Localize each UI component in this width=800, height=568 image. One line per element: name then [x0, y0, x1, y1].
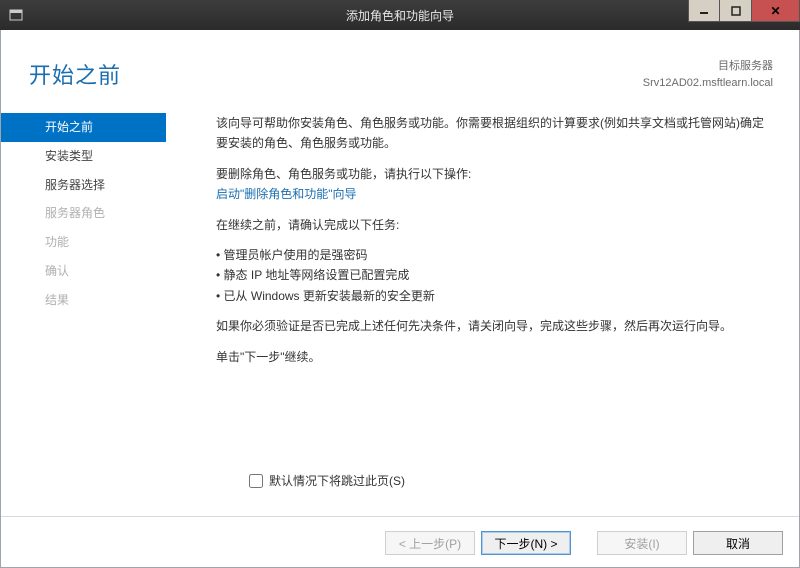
list-item: 管理员帐户使用的是强密码: [216, 245, 769, 265]
skip-checkbox-label: 默认情况下将跳过此页(S): [269, 472, 405, 489]
list-item: 已从 Windows 更新安装最新的安全更新: [216, 286, 769, 306]
footer-buttons: < 上一步(P) 下一步(N) > 安装(I) 取消: [385, 531, 783, 555]
window-controls: ✕: [688, 0, 800, 22]
server-name: Srv12AD02.msftlearn.local: [643, 75, 773, 92]
sidebar-item-results: 结果: [1, 286, 166, 315]
window-title: 添加角色和功能向导: [346, 7, 454, 24]
maximize-button[interactable]: [720, 0, 752, 22]
body-area: 开始之前 安装类型 服务器选择 服务器角色 功能 确认 结果 该向导可帮助你安装…: [1, 101, 799, 491]
sidebar: 开始之前 安装类型 服务器选择 服务器角色 功能 确认 结果: [1, 101, 166, 491]
page-title: 开始之前: [29, 58, 121, 90]
close-button[interactable]: ✕: [752, 0, 800, 22]
next-button[interactable]: 下一步(N) >: [481, 531, 571, 555]
skip-checkbox[interactable]: [249, 474, 263, 488]
remove-heading: 要删除角色、角色服务或功能，请执行以下操作:: [216, 164, 769, 184]
sidebar-item-before-you-begin[interactable]: 开始之前: [1, 113, 166, 142]
before-continue-text: 在继续之前，请确认完成以下任务:: [216, 215, 769, 235]
remove-wizard-link[interactable]: 启动"删除角色和功能"向导: [216, 187, 357, 201]
cancel-button[interactable]: 取消: [693, 531, 783, 555]
header-area: 开始之前 目标服务器 Srv12AD02.msftlearn.local: [1, 30, 799, 101]
sidebar-item-server-roles: 服务器角色: [1, 199, 166, 228]
server-label: 目标服务器: [643, 58, 773, 75]
install-button: 安装(I): [597, 531, 687, 555]
minimize-button[interactable]: [688, 0, 720, 22]
previous-button: < 上一步(P): [385, 531, 475, 555]
footer-divider: [1, 516, 799, 517]
app-icon: [8, 7, 24, 23]
content-pane: 该向导可帮助你安装角色、角色服务或功能。你需要根据组织的计算要求(例如共享文档或…: [166, 101, 799, 491]
sidebar-item-features: 功能: [1, 228, 166, 257]
wizard-body: 开始之前 目标服务器 Srv12AD02.msftlearn.local 开始之…: [0, 30, 800, 568]
prereq-list: 管理员帐户使用的是强密码 静态 IP 地址等网络设置已配置完成 已从 Windo…: [216, 245, 769, 306]
skip-checkbox-row: 默认情况下将跳过此页(S): [249, 472, 405, 489]
list-item: 静态 IP 地址等网络设置已配置完成: [216, 265, 769, 285]
sidebar-item-installation-type[interactable]: 安装类型: [1, 142, 166, 171]
sidebar-item-server-selection[interactable]: 服务器选择: [1, 171, 166, 200]
intro-text: 该向导可帮助你安装角色、角色服务或功能。你需要根据组织的计算要求(例如共享文档或…: [216, 113, 769, 154]
server-info: 目标服务器 Srv12AD02.msftlearn.local: [643, 58, 773, 91]
sidebar-item-confirmation: 确认: [1, 257, 166, 286]
verify-note: 如果你必须验证是否已完成上述任何先决条件，请关闭向导，完成这些步骤，然后再次运行…: [216, 316, 769, 336]
titlebar: 添加角色和功能向导 ✕: [0, 0, 800, 30]
click-next-text: 单击"下一步"继续。: [216, 347, 769, 367]
